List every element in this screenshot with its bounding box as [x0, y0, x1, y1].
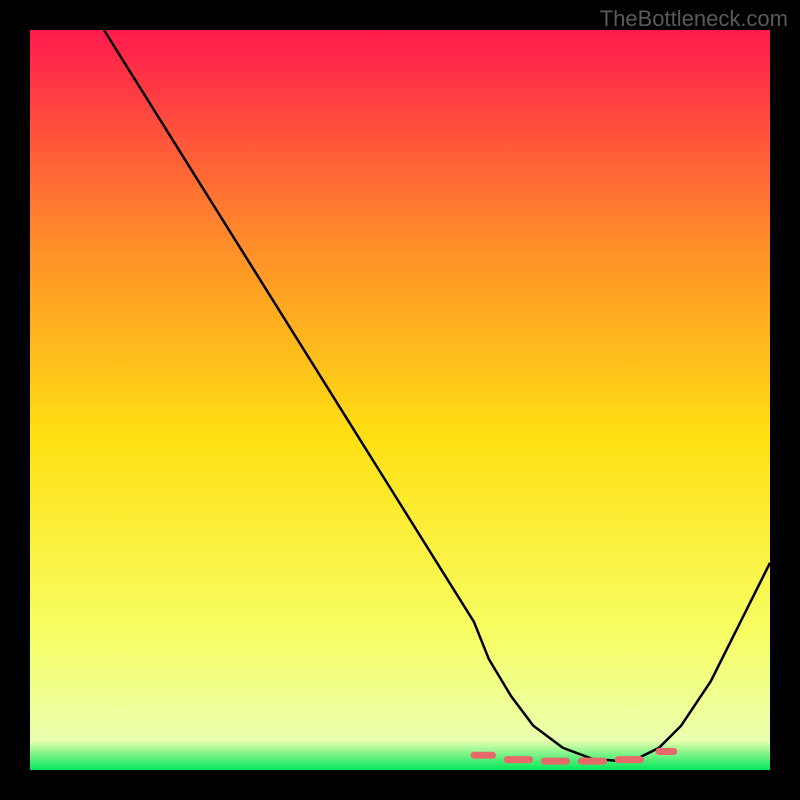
chart-background [30, 30, 770, 770]
watermark-text: TheBottleneck.com [600, 6, 788, 32]
chart-svg [30, 30, 770, 770]
chart-plot-area [30, 30, 770, 770]
